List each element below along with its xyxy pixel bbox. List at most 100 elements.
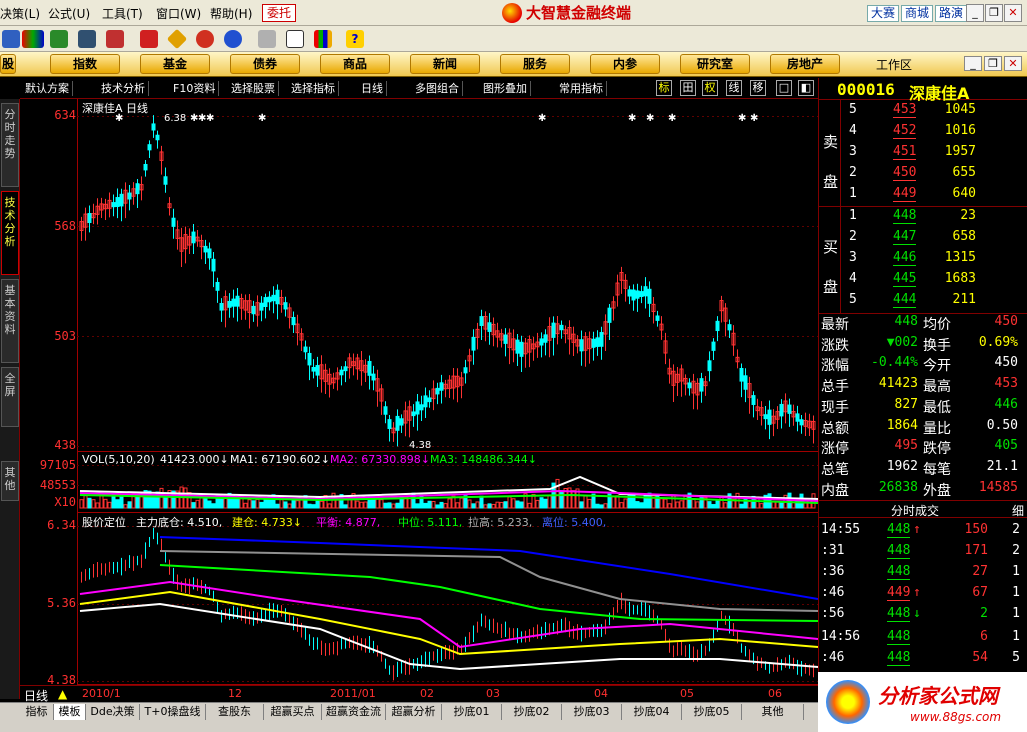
nav-service[interactable]: 服务 bbox=[500, 54, 570, 74]
nav-internal[interactable]: 内参 bbox=[590, 54, 660, 74]
bookmark-icon[interactable] bbox=[140, 30, 158, 48]
btab-buypoint[interactable]: 超赢买点 bbox=[264, 704, 322, 720]
nav-realestate[interactable]: 房地产 bbox=[770, 54, 840, 74]
btab-dde[interactable]: Dde决策 bbox=[86, 704, 140, 720]
common-indicator-dropdown[interactable]: 常用指标 bbox=[556, 81, 607, 96]
candle-body bbox=[399, 418, 404, 426]
btab-template[interactable]: 模板 bbox=[54, 704, 86, 720]
multi-chart-dropdown[interactable]: 多图组合 bbox=[412, 81, 463, 96]
menu-help[interactable]: 帮助(H) bbox=[210, 5, 252, 22]
select-indicator-button[interactable]: 选择指标 bbox=[288, 81, 339, 96]
b-circle-icon[interactable] bbox=[224, 30, 242, 48]
btab-indicator[interactable]: 指标 bbox=[20, 704, 54, 720]
link-contest[interactable]: 大赛 bbox=[867, 5, 900, 22]
date-tick-7: 05 bbox=[680, 687, 694, 700]
workarea-close-button[interactable]: ✕ bbox=[1004, 56, 1022, 71]
bars-icon[interactable] bbox=[314, 30, 332, 48]
tick-time: 14:55 bbox=[821, 522, 861, 537]
stock-code[interactable]: 000016 bbox=[837, 80, 895, 99]
menu-formula[interactable]: 公式(U) bbox=[48, 5, 90, 22]
stat-value: 450 bbox=[994, 355, 1018, 371]
rgb-icon[interactable] bbox=[22, 30, 44, 48]
volume-bar bbox=[307, 503, 312, 509]
period-dropdown[interactable]: 日线 bbox=[358, 81, 387, 96]
arrow-left-icon[interactable] bbox=[2, 30, 20, 48]
ticks-detail-button[interactable]: 细 bbox=[1012, 502, 1024, 519]
diamond-icon[interactable] bbox=[166, 28, 188, 50]
f10-dropdown[interactable]: F10资料 bbox=[170, 81, 220, 96]
flag-icon[interactable] bbox=[106, 30, 124, 48]
ask-row[interactable]: 2 450 655 bbox=[819, 165, 1027, 186]
line-toggle[interactable]: 线 bbox=[726, 80, 742, 96]
candle-body bbox=[419, 404, 424, 411]
btab-t0[interactable]: T+0操盘线 bbox=[140, 704, 206, 720]
btab-other[interactable]: 其他 bbox=[742, 704, 804, 720]
bid-row[interactable]: 4 445 1683 bbox=[819, 271, 1027, 292]
ask-row[interactable]: 3 451 1957 bbox=[819, 144, 1027, 165]
btab-bottom03[interactable]: 抄底03 bbox=[562, 704, 622, 720]
volume-bar bbox=[431, 500, 436, 509]
workarea-label[interactable]: 工作区 bbox=[876, 56, 912, 73]
menu-decision[interactable]: 决策(L) bbox=[0, 5, 40, 22]
nav-news[interactable]: 新闻 bbox=[410, 54, 480, 74]
btab-analysis[interactable]: 超赢分析 bbox=[386, 704, 442, 720]
cube-icon[interactable] bbox=[50, 30, 68, 48]
candle-body bbox=[311, 366, 316, 372]
workarea-restore-button[interactable]: ❐ bbox=[984, 56, 1002, 71]
tab-other[interactable]: 其他 bbox=[1, 461, 19, 501]
print-icon[interactable] bbox=[258, 30, 276, 48]
tab-fullscreen[interactable]: 全屏 bbox=[1, 367, 19, 427]
tab-technical[interactable]: 技术分析 bbox=[1, 191, 19, 275]
overlay-dropdown[interactable]: 图形叠加 bbox=[480, 81, 531, 96]
bid-row[interactable]: 3 446 1315 bbox=[819, 250, 1027, 271]
candle-body bbox=[219, 302, 224, 311]
btab-bottom05[interactable]: 抄底05 bbox=[682, 704, 742, 720]
btab-shareholders[interactable]: 查股东 bbox=[206, 704, 264, 720]
binoculars-icon[interactable] bbox=[78, 30, 96, 48]
restore-button[interactable]: ❐ bbox=[985, 4, 1003, 22]
rights-toggle[interactable]: 权 bbox=[702, 80, 718, 96]
minimize-button[interactable]: _ bbox=[966, 4, 984, 22]
ask-row[interactable]: 1 449 640 bbox=[819, 186, 1027, 207]
tech-analysis-dropdown[interactable]: 技术分析 bbox=[98, 81, 149, 96]
tab-intraday[interactable]: 分时走势 bbox=[1, 103, 19, 187]
grid-toggle[interactable]: 田 bbox=[680, 80, 696, 96]
select-stock-button[interactable]: 选择股票 bbox=[228, 81, 279, 96]
ask-row[interactable]: 5 453 1045 bbox=[819, 102, 1027, 123]
workarea-minimize-button[interactable]: _ bbox=[964, 56, 982, 71]
nav-commodity[interactable]: 商品 bbox=[320, 54, 390, 74]
ask-row[interactable]: 4 452 1016 bbox=[819, 123, 1027, 144]
help-cursor-icon[interactable]: ? bbox=[346, 30, 364, 48]
btab-bottom01[interactable]: 抄底01 bbox=[442, 704, 502, 720]
bid-row[interactable]: 5 444 211 bbox=[819, 292, 1027, 313]
link-mall[interactable]: 商城 bbox=[901, 5, 934, 22]
bid-row[interactable]: 2 447 658 bbox=[819, 229, 1027, 250]
nav-research[interactable]: 研究室 bbox=[680, 54, 750, 74]
a-circle-icon[interactable] bbox=[196, 30, 214, 48]
event-star-icon: ✱ bbox=[628, 113, 636, 124]
mark-toggle[interactable]: 标 bbox=[656, 80, 672, 96]
kline-chart[interactable]: ✱ ✱ ✱ ✱ ✱ ✱ ✱ ✱ ✱ ✱ ✱ bbox=[20, 99, 818, 685]
tick-count: 1 bbox=[1012, 585, 1020, 600]
nav-fund[interactable]: 基金 bbox=[140, 54, 210, 74]
tab-fundamentals[interactable]: 基本资料 bbox=[1, 279, 19, 363]
nav-index[interactable]: 指数 bbox=[50, 54, 120, 74]
link-roadshow[interactable]: 路演 bbox=[935, 5, 968, 22]
candle-body bbox=[787, 404, 792, 414]
menu-tools[interactable]: 工具(T) bbox=[102, 5, 143, 22]
btab-fundflow[interactable]: 超赢资金流 bbox=[322, 704, 386, 720]
volume-bar bbox=[655, 493, 660, 509]
btab-bottom04[interactable]: 抄底04 bbox=[622, 704, 682, 720]
weituo-button[interactable]: 委托 bbox=[262, 4, 297, 22]
nav-bond[interactable]: 债券 bbox=[230, 54, 300, 74]
nav-stocks[interactable]: 股 bbox=[0, 54, 16, 74]
frame-toggle[interactable]: □ bbox=[776, 80, 792, 96]
bid-row[interactable]: 1 448 23 bbox=[819, 208, 1027, 229]
window-icon[interactable] bbox=[286, 30, 304, 48]
move-toggle[interactable]: 移 bbox=[750, 80, 766, 96]
btab-bottom02[interactable]: 抄底02 bbox=[502, 704, 562, 720]
close-button[interactable]: ✕ bbox=[1004, 4, 1022, 22]
scheme-dropdown[interactable]: 默认方案 bbox=[22, 81, 73, 96]
menu-window[interactable]: 窗口(W) bbox=[156, 5, 201, 22]
panel-toggle[interactable]: ◧ bbox=[798, 80, 814, 96]
